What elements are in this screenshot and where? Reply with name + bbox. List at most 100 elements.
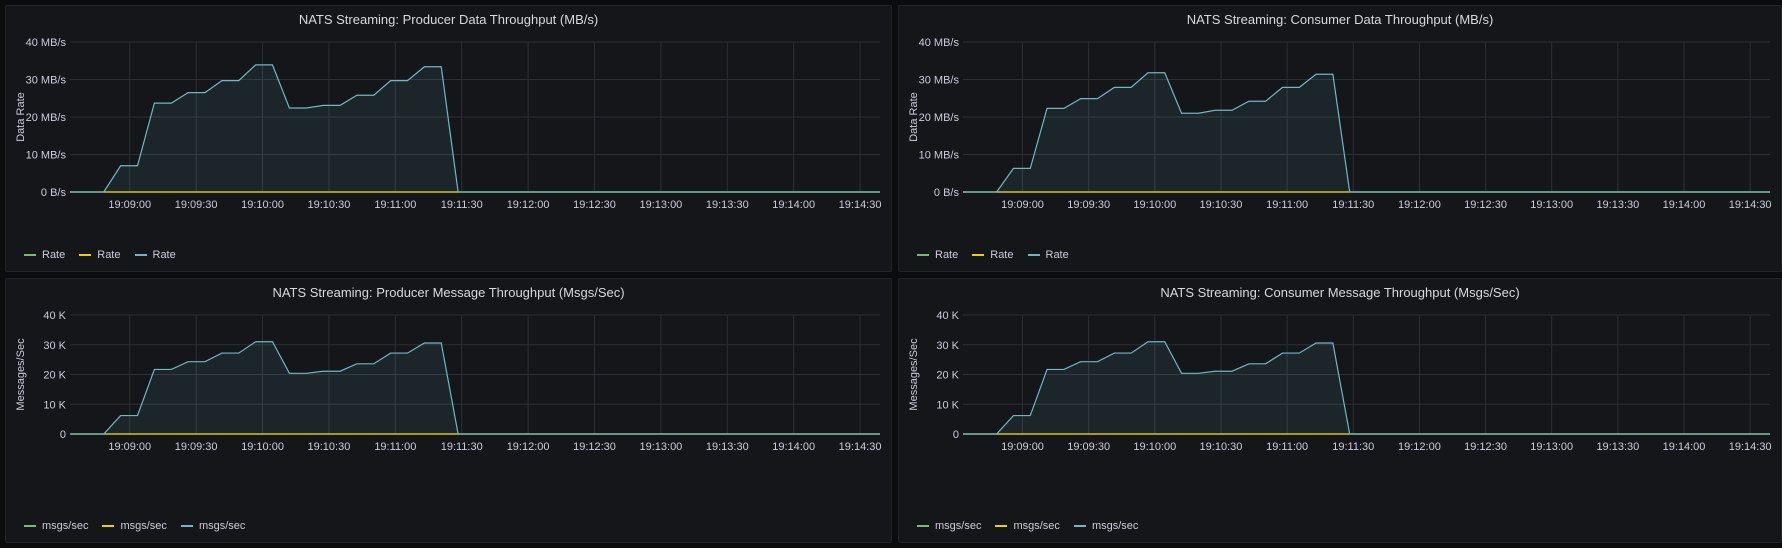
y-axis-label: Messages/Sec: [15, 338, 27, 411]
y-tick-label: 20 MB/s: [26, 112, 67, 124]
y-tick-label: 20 MB/s: [919, 112, 960, 124]
y-tick-label: 10 K: [43, 399, 66, 411]
legend-swatch: [1027, 254, 1040, 256]
panel-producer-data-throughput[interactable]: NATS Streaming: Producer Data Throughput…: [5, 5, 892, 272]
legend-swatch: [24, 525, 36, 527]
legend-swatch: [134, 254, 147, 256]
x-tick-label: 19:09:30: [175, 199, 218, 211]
x-tick-label: 19:10:00: [1133, 199, 1176, 211]
legend: msgs/sec msgs/sec msgs/sec: [917, 520, 1138, 532]
legend-label: Rate: [935, 249, 959, 261]
legend-item[interactable]: Rate: [917, 249, 958, 261]
x-tick-label: 19:11:00: [1266, 441, 1308, 453]
chart-producer-data-throughput[interactable]: 0 B/s 10 MB/s 20 MB/s 30 MB/s 40 MB/s 19:09:0…: [6, 6, 893, 273]
legend-item[interactable]: Rate: [972, 249, 1014, 261]
x-tick-label: 19:11:00: [374, 199, 416, 211]
y-axis-label: Data Rate: [15, 92, 27, 142]
legend-item[interactable]: Rate: [1027, 249, 1069, 261]
chart-consumer-message-throughput[interactable]: 0 10 K 20 K 30 K 40 K 19:09:00 19:09:30 19:10:0…: [899, 279, 1782, 544]
legend-item[interactable]: Rate: [134, 249, 176, 261]
legend-swatch: [1073, 525, 1086, 527]
x-tick-label: 19:10:00: [1133, 441, 1176, 453]
x-tick-label: 19:09:00: [108, 441, 151, 453]
legend-item[interactable]: msgs/sec: [995, 520, 1060, 532]
legend-swatch: [102, 525, 115, 527]
legend-label: Rate: [152, 249, 176, 261]
legend-label: Rate: [97, 249, 121, 261]
y-axis-label: Data Rate: [908, 92, 920, 142]
y-tick-label: 30 MB/s: [26, 75, 67, 87]
y-tick-label: 10 MB/s: [26, 150, 67, 162]
dashboard-grid: NATS Streaming: Producer Data Throughput…: [0, 0, 1782, 548]
legend-label: msgs/sec: [42, 520, 89, 532]
x-tick-label: 19:14:00: [1663, 199, 1706, 211]
chart-producer-message-throughput[interactable]: 0 10 K 20 K 30 K 40 K 19:09:00 19:09:30 19:10:0…: [6, 279, 893, 544]
y-tick-label: 0 B/s: [934, 187, 960, 199]
x-tick-label: 19:10:00: [241, 199, 284, 211]
legend-swatch: [972, 254, 985, 256]
x-tick-label: 19:14:00: [1663, 441, 1706, 453]
x-tick-label: 19:10:00: [241, 441, 284, 453]
series-area: [70, 64, 880, 192]
x-tick-label: 19:14:00: [772, 199, 815, 211]
x-tick-label: 19:10:30: [308, 441, 351, 453]
x-tick-label: 19:12:30: [1464, 199, 1507, 211]
legend-label: msgs/sec: [1091, 520, 1139, 532]
x-tick-label: 19:13:00: [639, 199, 682, 211]
series-area: [963, 341, 1770, 434]
x-tick-label: 19:13:00: [1530, 199, 1573, 211]
legend-swatch: [24, 254, 36, 256]
legend-swatch: [917, 254, 929, 256]
y-tick-label: 40 MB/s: [919, 37, 960, 49]
y-tick-label: 30 K: [43, 340, 66, 352]
y-tick-label: 0: [60, 429, 66, 441]
x-tick-label: 19:09:00: [1001, 199, 1044, 211]
y-tick-label: 30 K: [936, 340, 959, 352]
legend-item[interactable]: Rate: [24, 249, 65, 261]
x-tick-label: 19:12:30: [573, 441, 616, 453]
x-tick-label: 19:09:30: [1067, 199, 1110, 211]
x-tick-label: 19:13:30: [1596, 199, 1639, 211]
legend-label: Rate: [42, 249, 66, 261]
panel-consumer-data-throughput[interactable]: NATS Streaming: Consumer Data Throughput…: [898, 5, 1782, 272]
chart-consumer-data-throughput[interactable]: 0 B/s 10 MB/s 20 MB/s 30 MB/s 40 MB/s 19:09:0…: [899, 6, 1782, 273]
series-area: [963, 72, 1770, 192]
x-tick-label: 19:10:30: [308, 199, 351, 211]
legend: Rate Rate Rate: [24, 249, 176, 261]
x-tick-label: 19:12:00: [507, 199, 550, 211]
x-tick-label: 19:12:30: [573, 199, 616, 211]
x-tick-label: 19:10:30: [1200, 199, 1243, 211]
x-tick-label: 19:12:00: [507, 441, 550, 453]
panel-consumer-message-throughput[interactable]: NATS Streaming: Consumer Message Through…: [898, 278, 1782, 543]
legend-item[interactable]: Rate: [79, 249, 121, 261]
x-tick-label: 19:14:30: [1729, 441, 1772, 453]
y-tick-label: 0: [953, 429, 959, 441]
x-tick-label: 19:09:00: [1001, 441, 1044, 453]
x-tick-label: 19:14:30: [839, 199, 882, 211]
y-tick-label: 30 MB/s: [919, 75, 960, 87]
x-tick-label: 19:11:30: [1332, 441, 1374, 453]
x-tick-label: 19:12:30: [1464, 441, 1507, 453]
legend-item[interactable]: msgs/sec: [1073, 520, 1139, 532]
legend-swatch: [180, 525, 193, 527]
y-axis-label: Messages/Sec: [908, 338, 920, 411]
x-tick-label: 19:14:30: [1729, 199, 1772, 211]
x-tick-label: 19:14:30: [839, 441, 882, 453]
x-tick-label: 19:14:00: [772, 441, 815, 453]
x-tick-label: 19:12:00: [1398, 199, 1441, 211]
x-tick-label: 19:11:30: [441, 199, 483, 211]
x-tick-label: 19:11:00: [374, 441, 416, 453]
x-tick-label: 19:13:00: [1530, 441, 1573, 453]
legend-label: msgs/sec: [1013, 520, 1060, 532]
y-tick-label: 10 MB/s: [919, 150, 960, 162]
legend-item[interactable]: msgs/sec: [24, 520, 88, 532]
x-tick-label: 19:11:30: [1332, 199, 1374, 211]
legend-label: Rate: [1045, 249, 1069, 261]
legend-item[interactable]: msgs/sec: [180, 520, 245, 532]
legend: msgs/sec msgs/sec msgs/sec: [24, 520, 245, 532]
panel-producer-message-throughput[interactable]: NATS Streaming: Producer Message Through…: [5, 278, 892, 543]
x-tick-label: 19:13:30: [706, 441, 749, 453]
legend-item[interactable]: msgs/sec: [102, 520, 167, 532]
x-tick-label: 19:12:00: [1398, 441, 1441, 453]
legend-item[interactable]: msgs/sec: [917, 520, 981, 532]
